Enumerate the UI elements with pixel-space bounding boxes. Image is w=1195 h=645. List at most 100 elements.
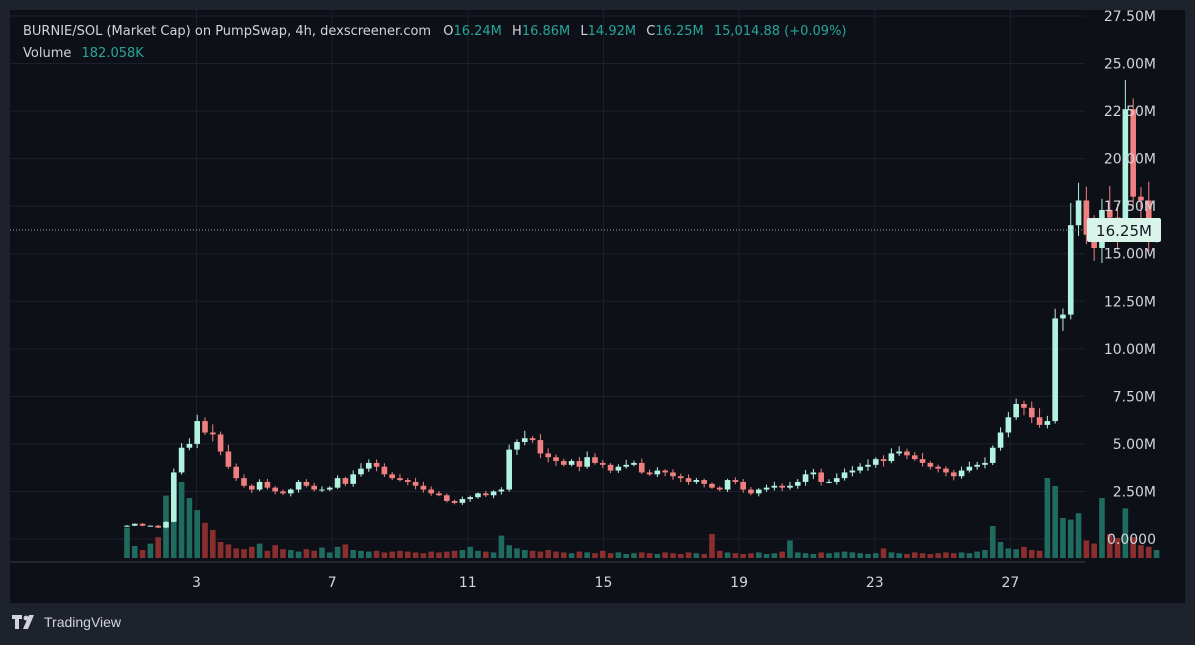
volume-bar [225, 544, 232, 558]
volume-bar [256, 543, 263, 558]
volume-bar [911, 552, 918, 558]
candle-body [576, 461, 583, 467]
tradingview-branding[interactable]: TradingView [12, 614, 121, 630]
candle-body [498, 489, 505, 492]
candle-body [974, 464, 980, 467]
volume-bar [982, 550, 988, 558]
candle-body [755, 489, 762, 494]
candle-body [701, 480, 707, 484]
y-tick-label: 7.50M [1113, 389, 1156, 405]
candle-body [896, 451, 902, 454]
candle-body [482, 493, 489, 496]
volume-bar [802, 553, 809, 558]
volume-bar [771, 553, 778, 558]
candle-body [155, 525, 162, 528]
volume-bar [1060, 518, 1066, 558]
candle-body [412, 481, 419, 486]
candle-body [919, 459, 926, 463]
candle-body [677, 476, 684, 479]
candle-body [217, 434, 224, 452]
candle-body [841, 472, 848, 479]
y-tick-label: 25.00M [1104, 57, 1156, 73]
volume-bar [1091, 543, 1097, 558]
volume-bar [865, 554, 871, 558]
candle-body [607, 464, 614, 471]
candle-body [319, 489, 325, 491]
volume-bar [646, 553, 653, 558]
candle-body [826, 481, 832, 483]
volume-bar [896, 553, 902, 558]
candle-body [1036, 417, 1043, 425]
candle-body [443, 495, 450, 501]
volume-bar [420, 553, 427, 558]
volume-bar [1036, 550, 1043, 558]
volume-bar [124, 527, 130, 558]
candle-body [623, 464, 629, 467]
volume-bar [272, 545, 278, 558]
volume-bar [631, 553, 637, 558]
candle-body [662, 470, 668, 473]
volume-bar [490, 552, 497, 558]
volume-bar [280, 549, 286, 558]
x-tick-label: 15 [595, 575, 613, 591]
candle-body [521, 438, 528, 443]
candle-body [358, 468, 364, 475]
volume-bar [334, 546, 341, 558]
volume-bar [1052, 486, 1058, 558]
volume-label: Volume [23, 46, 72, 61]
candle-body [404, 480, 411, 482]
x-tick-label: 11 [459, 575, 477, 591]
volume-bar [397, 550, 403, 558]
volume-bar [365, 551, 372, 558]
volume-bar [685, 552, 692, 558]
low-value: 14.92M [587, 24, 637, 39]
volume-bar [545, 550, 551, 558]
volume-bar [350, 550, 356, 558]
volume-bar [787, 540, 793, 558]
chart-panel[interactable]: 0.0000 2.50M 5.00M 7.50M 10.00M 12.50M 15.00M 1… [10, 10, 1185, 603]
volume-bar [755, 552, 762, 558]
candle-body [568, 461, 575, 465]
volume-bar [833, 552, 840, 558]
candle-body [693, 480, 700, 482]
volume-bar [1083, 540, 1090, 558]
candle-body [958, 470, 965, 477]
volume-bar [654, 554, 661, 558]
candle-body [553, 457, 559, 462]
candle-body [966, 466, 973, 471]
volume-bar [553, 551, 559, 558]
volume-bar [506, 545, 512, 558]
y-tick-label: 20.00M [1104, 152, 1156, 168]
volume-bar [670, 553, 676, 558]
volume-bar [147, 543, 154, 558]
volume-bar [841, 551, 848, 558]
volume-bar [521, 550, 528, 558]
tradingview-brand-text: TradingView [44, 614, 122, 630]
volume-bar [904, 554, 910, 558]
volume-bar [1005, 548, 1012, 558]
open-label: O [443, 24, 454, 39]
volume-bar [1013, 549, 1019, 558]
volume-bar [880, 548, 887, 558]
candle-body [631, 462, 637, 465]
volume-bar [701, 554, 707, 558]
x-tick-label: 23 [866, 575, 884, 591]
volume-bar [537, 551, 544, 558]
volume-bar [966, 553, 973, 558]
volume-bar [451, 550, 458, 558]
volume-bar [248, 546, 255, 558]
volume-bar [919, 553, 926, 558]
candle-body [982, 462, 988, 465]
volume-bar [233, 548, 239, 558]
candle-body [740, 481, 746, 490]
candle-body [888, 453, 895, 462]
volume-bar [888, 552, 895, 558]
volume-bar [662, 552, 668, 558]
volume-bar [241, 549, 247, 558]
volume-bar [584, 552, 590, 558]
volume-bar [264, 550, 271, 558]
low-label: L [580, 24, 588, 39]
y-tick-label: 5.00M [1113, 437, 1156, 453]
volume-bar [436, 552, 442, 558]
candlestick-chart[interactable]: 0.0000 2.50M 5.00M 7.50M 10.00M 12.50M 15.00M 1… [10, 10, 1185, 603]
